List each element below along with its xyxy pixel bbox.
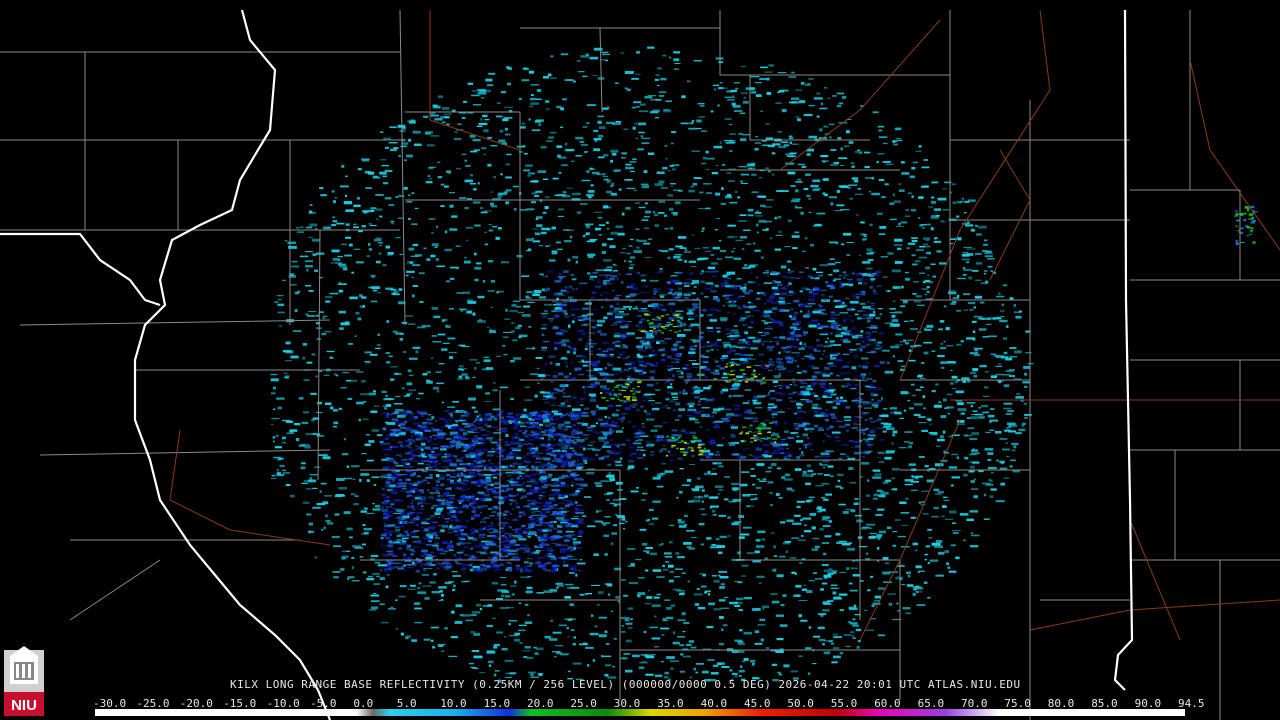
- color-scale-labels: -30.0 -25.0 -20.0 -15.0 -10.0 -5.0 0.0 5.0 10.0 1…: [93, 697, 1205, 710]
- niu-logo: NIU: [4, 646, 44, 716]
- radar-site-marker: [672, 378, 686, 392]
- product-caption: KILX LONG RANGE BASE REFLECTIVITY (0.25K…: [230, 678, 1021, 691]
- color-scale-bar: [95, 709, 1185, 716]
- illinois-indiana-border: [1113, 9, 1134, 691]
- logo-text: NIU: [11, 697, 37, 714]
- reflectivity-echoes: [270, 46, 1258, 683]
- radar-map: [0, 9, 1280, 720]
- missouri-iowa-border: [0, 232, 161, 307]
- mississippi-river-border: [133, 9, 332, 720]
